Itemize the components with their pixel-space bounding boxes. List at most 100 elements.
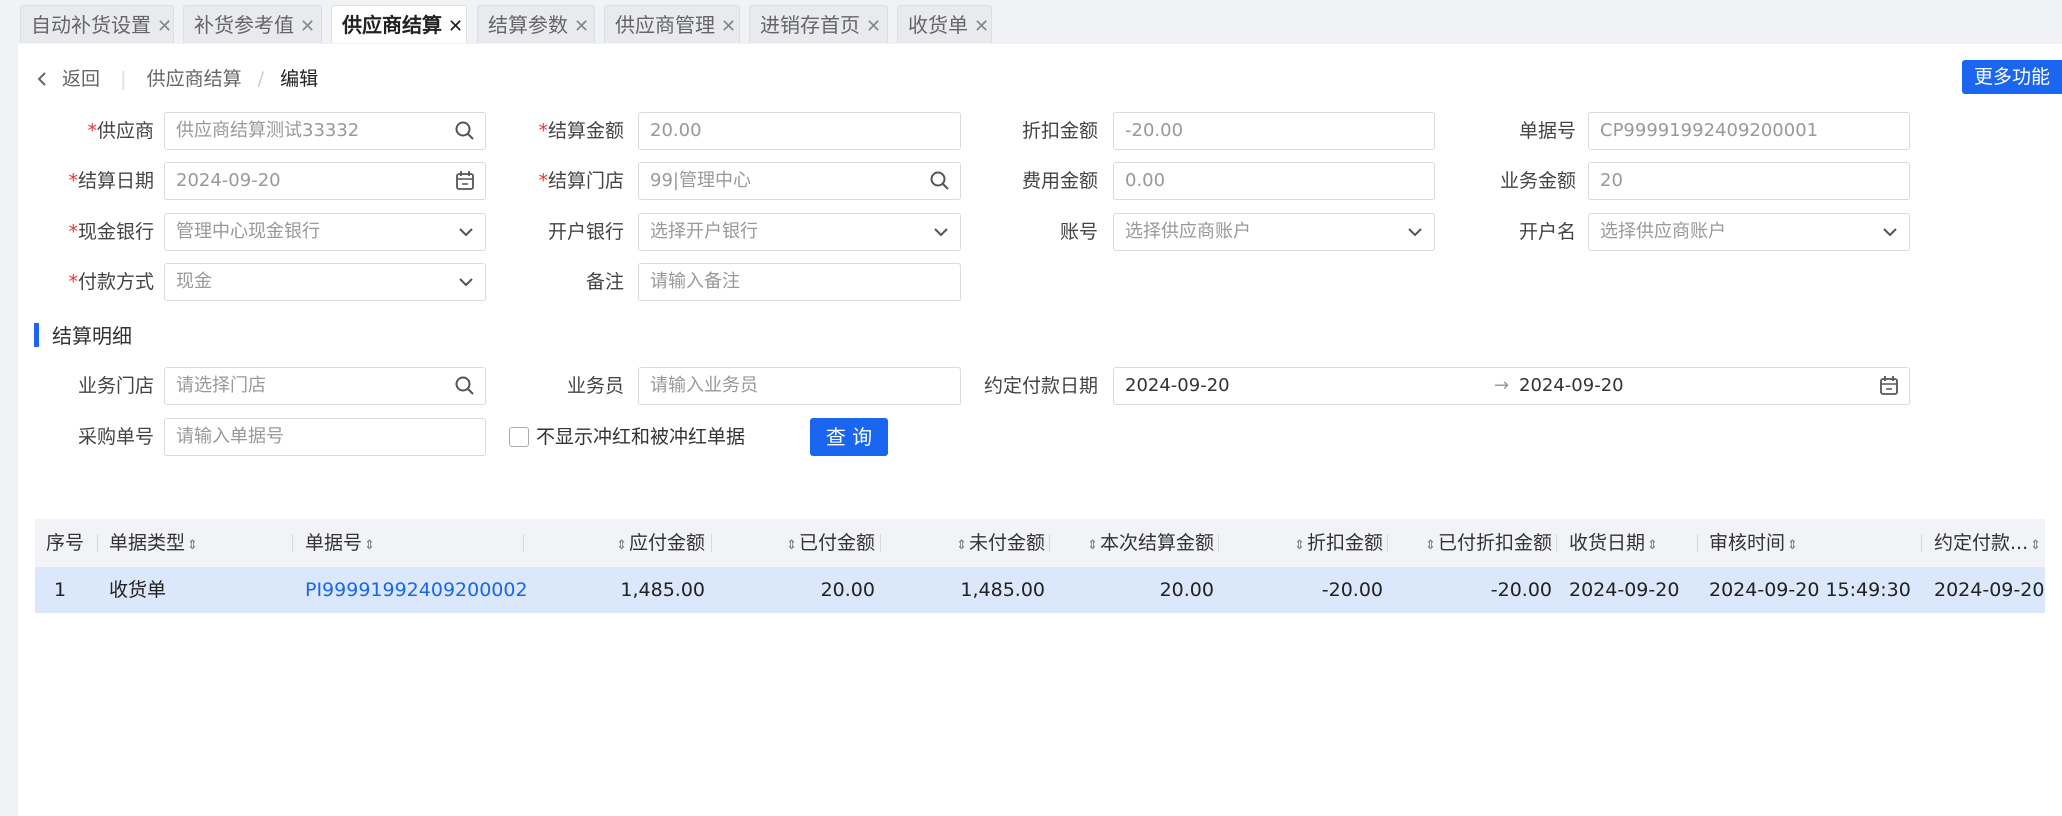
tab-label: 自动补货设置 [31,13,151,37]
col-header-paid[interactable]: ⇕ 已付金额 [725,519,875,567]
tab-supplier-mgmt[interactable]: 供应商管理 ✕ [604,5,740,43]
pay-date-range[interactable]: 2024-09-20 → 2024-09-20 [1113,367,1910,405]
business-amount-input[interactable]: 20 [1588,162,1910,200]
supplier-input[interactable]: 供应商结算测试33332 [164,112,486,150]
close-icon[interactable]: ✕ [974,16,989,37]
close-icon[interactable]: ✕ [574,16,589,37]
cell-index: 1 [53,579,67,601]
col-header-paid-discount[interactable]: ⇕ 已付折扣金额 [1395,519,1552,567]
search-icon[interactable] [455,113,475,149]
col-header-settle-amount[interactable]: ⇕ 本次结算金额 [1055,519,1214,567]
col-header-receipt-date[interactable]: 收货日期 ⇕ [1569,519,1660,567]
search-icon[interactable] [930,163,950,199]
tab-bar: 自动补货设置 ✕ 补货参考值 ✕ 供应商结算 ✕ 结算参数 ✕ 供应商管理 ✕ 进销存首页… [0,0,2062,44]
chevron-left-icon[interactable] [36,68,62,90]
hide-red-label[interactable]: 不显示冲红和被冲红单据 [536,418,745,456]
settle-date-input[interactable]: 2024-09-20 [164,162,486,200]
supplier-label: *供应商 [87,120,154,142]
col-header-audit-time[interactable]: 审核时间 ⇕ [1709,519,1800,567]
remark-input[interactable]: 请输入备注 [638,263,961,301]
column-divider[interactable] [1697,534,1698,552]
salesman-input[interactable]: 请输入业务员 [638,367,961,405]
cash-bank-label: *现金银行 [68,221,154,243]
main-panel: 返回 | 供应商结算 / 编辑 更多功能 *供应商 供应商结算测试33332 *… [18,44,2062,816]
account-name-select[interactable]: 选择供应商账户 [1588,213,1910,251]
business-store-input[interactable]: 请选择门店 [164,367,486,405]
col-header-unpaid[interactable]: ⇕ 未付金额 [895,519,1045,567]
settle-amount-input[interactable]: 20.00 [638,112,961,150]
close-icon[interactable]: ✕ [157,16,172,37]
range-arrow: → [1494,375,1510,396]
open-bank-select[interactable]: 选择开户银行 [638,213,961,251]
column-divider[interactable] [523,534,524,552]
tab-label: 收货单 [908,13,968,37]
tab-supplier-settlement[interactable]: 供应商结算 ✕ [331,5,467,43]
settle-store-input[interactable]: 99|管理中心 [638,162,961,200]
breadcrumb-parent[interactable]: 供应商结算 [147,68,242,90]
col-header-doc-type[interactable]: 单据类型 ⇕ [109,519,200,567]
close-icon[interactable]: ✕ [300,16,315,37]
table-row[interactable]: 1 收货单 PI99991992409200002 1,485.00 20.00… [35,567,2045,613]
pay-date-start[interactable]: 2024-09-20 [1125,375,1230,396]
pay-method-select[interactable]: 现金 [164,263,486,301]
column-divider[interactable] [1049,534,1050,552]
tab-receipt[interactable]: 收货单 ✕ [897,5,992,43]
cell-paid: 20.00 [820,579,875,601]
more-functions-button[interactable]: 更多功能 [1962,60,2062,94]
sort-icon: ⇕ [1647,538,1658,553]
column-divider[interactable] [1921,534,1922,552]
column-divider[interactable] [1387,534,1388,552]
account-no-select[interactable]: 选择供应商账户 [1113,213,1435,251]
search-icon[interactable] [455,368,475,404]
sort-icon: ⇕ [364,538,375,553]
close-icon[interactable]: ✕ [866,16,881,37]
col-header-index: 序号 [46,532,85,554]
query-button[interactable]: 查 询 [810,418,888,456]
close-icon[interactable]: ✕ [448,16,463,37]
calendar-icon[interactable] [1879,368,1899,404]
po-no-label: 采购单号 [77,426,154,448]
tab-label: 进销存首页 [760,13,860,37]
tab-label: 补货参考值 [194,13,294,37]
sort-icon: ⇕ [786,538,797,553]
cell-unpaid: 1,485.00 [960,579,1045,601]
breadcrumb-separator: / [257,68,265,90]
tab-auto-replenish[interactable]: 自动补货设置 ✕ [20,5,174,43]
cell-settle-amount: 20.00 [1159,579,1214,601]
discount-amount-input[interactable]: -20.00 [1113,112,1435,150]
cell-doc-no-link[interactable]: PI99991992409200002 [305,567,528,613]
cell-agreed-pay-date: 2024-09-20 [1934,579,2045,601]
settle-date-label: *结算日期 [68,170,154,192]
pay-date-end[interactable]: 2024-09-20 [1519,368,1624,404]
tab-replenish-ref[interactable]: 补货参考值 ✕ [183,5,322,43]
discount-amount-label: 折扣金额 [1021,120,1098,142]
col-header-discount[interactable]: ⇕ 折扣金额 [1235,519,1383,567]
column-divider[interactable] [711,534,712,552]
cash-bank-select[interactable]: 管理中心现金银行 [164,213,486,251]
close-icon[interactable]: ✕ [721,16,736,37]
pay-method-label: *付款方式 [68,271,154,293]
salesman-label: 业务员 [566,375,624,397]
fee-amount-label: 费用金额 [1021,170,1098,192]
col-header-doc-no[interactable]: 单据号 ⇕ [305,519,377,567]
column-divider[interactable] [97,534,98,552]
tab-label: 供应商结算 [342,13,442,37]
cell-doc-type: 收货单 [109,579,167,601]
column-divider[interactable] [880,534,881,552]
fee-amount-input[interactable]: 0.00 [1113,162,1435,200]
column-divider[interactable] [1556,534,1557,552]
tab-inventory-home[interactable]: 进销存首页 ✕ [749,5,888,43]
po-no-input[interactable]: 请输入单据号 [164,418,486,456]
col-header-agreed-pay-date[interactable]: 约定付款... ⇕ [1934,519,2043,567]
tab-settle-params[interactable]: 结算参数 ✕ [477,5,595,43]
column-divider[interactable] [292,534,293,552]
cell-receipt-date: 2024-09-20 [1569,579,1680,601]
hide-red-checkbox[interactable] [509,427,529,447]
col-header-payable[interactable]: ⇕ 应付金额 [535,519,705,567]
back-link[interactable]: 返回 [62,68,100,90]
calendar-icon[interactable] [455,163,475,199]
sort-icon: ⇕ [1087,538,1098,553]
column-divider[interactable] [1218,534,1219,552]
doc-no-input[interactable]: CP99991992409200001 [1588,112,1910,150]
cell-payable: 1,485.00 [620,579,705,601]
